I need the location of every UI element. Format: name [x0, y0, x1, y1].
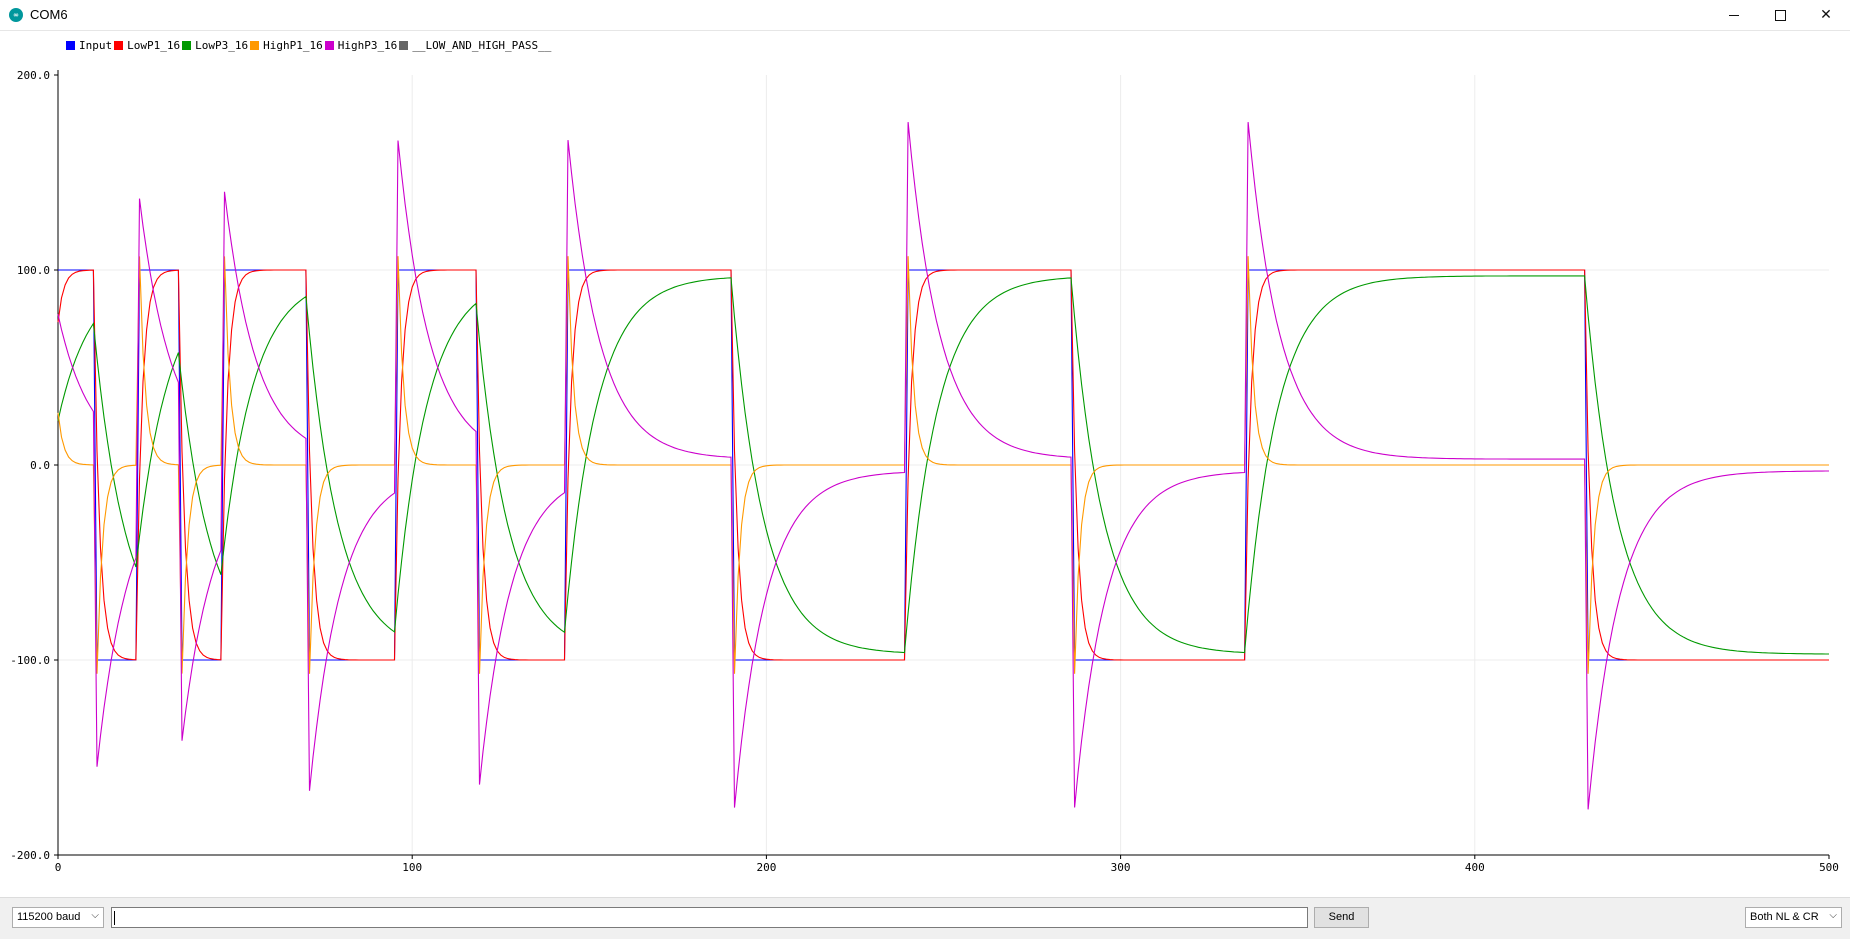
y-tick-label: 200.0 — [17, 69, 50, 82]
chevron-down-icon: ⌵ — [1829, 910, 1837, 921]
bottom-toolbar: 115200 baud ⌵ Send Both NL & CR ⌵ — [0, 897, 1850, 939]
legend-item-input[interactable]: Input — [66, 39, 112, 52]
legend-swatch — [399, 40, 409, 50]
legend-label: LowP3_16 — [195, 38, 249, 52]
legend-item-low-and-high-pass[interactable]: __LOW_AND_HIGH_PASS__ — [399, 39, 551, 52]
y-tick-label: 100.0 — [17, 264, 50, 277]
minimize-icon — [1729, 14, 1739, 16]
window-title: COM6 — [30, 7, 68, 22]
x-tick-label: 500 — [1819, 861, 1839, 874]
line-ending-value: Both NL & CR — [1750, 911, 1819, 923]
legend-swatch — [182, 40, 192, 50]
text-caret — [114, 911, 115, 925]
legend-item-highp3[interactable]: HighP3_16 — [324, 38, 398, 52]
arduino-icon: ∞ — [9, 8, 23, 22]
close-button[interactable]: ✕ — [1803, 0, 1849, 30]
minimize-button[interactable] — [1711, 0, 1757, 30]
close-icon: ✕ — [1820, 7, 1832, 23]
legend-label: Input — [79, 38, 113, 52]
serial-send-input[interactable] — [111, 907, 1308, 928]
title-bar: ∞ COM6 ✕ — [0, 0, 1850, 31]
plot-legend: Input LowP1_16 LowP3_16 HighP1_16 HighP3… — [66, 38, 553, 52]
x-tick-label: 300 — [1111, 861, 1131, 874]
y-tick-label: 0.0 — [30, 459, 50, 472]
serial-plot: 200.0 100.0 0.0 -100.0 -200.0 0 100 200 300 400 50… — [10, 69, 1839, 874]
x-tick-label: 200 — [756, 861, 776, 874]
maximize-icon — [1774, 9, 1786, 21]
x-tick-label: 0 — [55, 861, 62, 874]
x-tick-label: 100 — [402, 861, 422, 874]
chevron-down-icon: ⌵ — [91, 910, 99, 921]
x-tick-label: 400 — [1465, 861, 1485, 874]
maximize-button[interactable] — [1757, 0, 1803, 30]
series-line-highp3_16 — [57, 122, 1829, 810]
legend-label: __LOW_AND_HIGH_PASS__ — [412, 38, 552, 52]
legend-label: HighP3_16 — [337, 38, 398, 52]
send-button[interactable]: Send — [1314, 907, 1369, 928]
line-ending-select[interactable]: Both NL & CR ⌵ — [1745, 907, 1842, 928]
y-tick-label: -200.0 — [10, 849, 50, 862]
y-tick-label: -100.0 — [10, 654, 50, 667]
legend-swatch — [250, 40, 260, 50]
baud-rate-value: 115200 baud — [17, 911, 81, 923]
legend-swatch — [324, 40, 334, 50]
legend-item-lowp1[interactable]: LowP1_16 — [114, 39, 180, 52]
legend-swatch — [66, 40, 75, 50]
legend-swatch — [114, 40, 124, 50]
legend-label: HighP1_16 — [263, 38, 323, 52]
legend-item-lowp3[interactable]: LowP3_16 — [182, 39, 248, 52]
legend-item-highp1[interactable]: HighP1_16 — [250, 39, 323, 52]
legend-label: LowP1_16 — [127, 38, 181, 52]
baud-rate-select[interactable]: 115200 baud ⌵ — [12, 907, 104, 928]
